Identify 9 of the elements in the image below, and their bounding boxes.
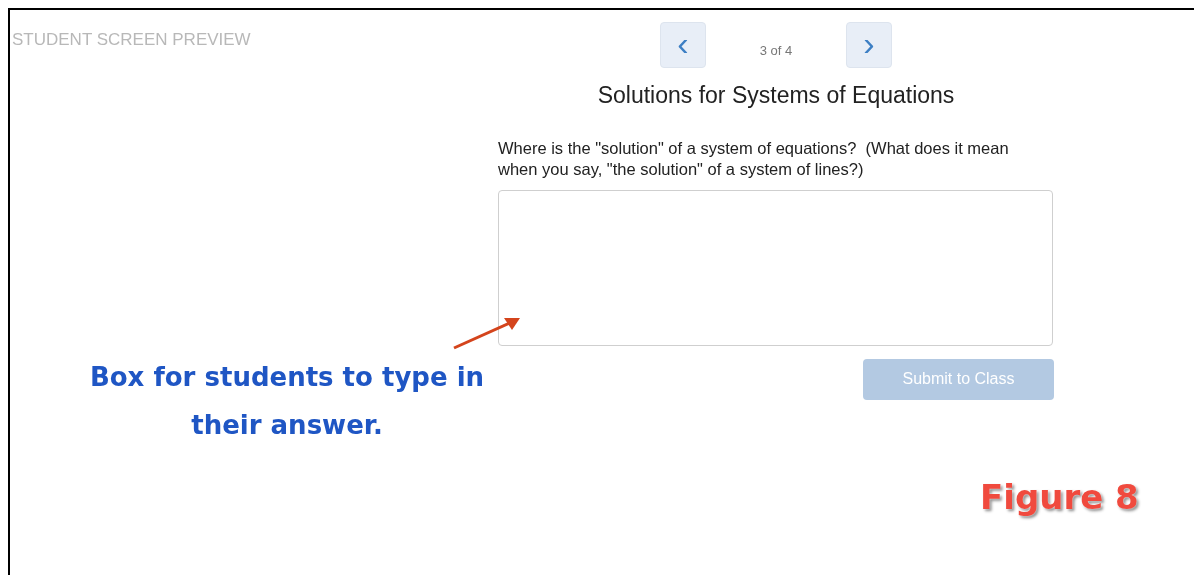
figure-label: Figure 8 <box>980 476 1139 519</box>
page-counter: 3 of 4 <box>758 42 794 61</box>
activity-title: Solutions for Systems of Equations <box>597 81 955 110</box>
next-button[interactable]: › <box>846 22 892 68</box>
previous-button[interactable]: ‹ <box>660 22 706 68</box>
answer-field[interactable] <box>498 189 1053 346</box>
annotation-text: Box for students to type in their answer. <box>88 360 486 442</box>
preview-label: STUDENT SCREEN PREVIEW <box>12 29 251 51</box>
question-text: Where is the "solution" of a system of equations? (What does it mean when you say, "the solution" of a system of lines?) <box>498 137 1010 180</box>
